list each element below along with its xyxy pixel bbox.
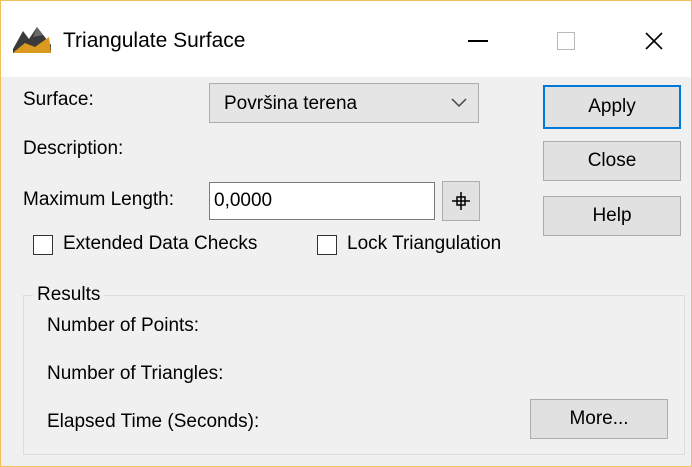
description-label: Description: <box>23 138 124 159</box>
results-legend: Results <box>33 284 105 306</box>
elapsed-time-label: Elapsed Time (Seconds): <box>47 411 260 432</box>
close-button[interactable]: Close <box>543 141 681 181</box>
maximize-icon <box>557 32 575 50</box>
extended-data-checks-checkbox[interactable] <box>33 235 53 255</box>
minimize-icon <box>468 40 488 42</box>
lock-triangulation-checkbox[interactable] <box>317 235 337 255</box>
close-window-button[interactable] <box>623 11 685 71</box>
lock-triangulation-label[interactable]: Lock Triangulation <box>347 233 501 255</box>
surface-selected-value: Površina terena <box>224 93 358 114</box>
more-button[interactable]: More... <box>530 399 668 439</box>
surface-dropdown[interactable]: Površina terena <box>209 83 479 123</box>
surface-label: Surface: <box>23 89 94 110</box>
number-of-points-label: Number of Points: <box>47 315 200 336</box>
help-button[interactable]: Help <box>543 196 681 236</box>
maximize-button[interactable] <box>535 11 597 71</box>
title-bar[interactable]: Triangulate Surface <box>1 1 691 77</box>
extended-data-checks-label[interactable]: Extended Data Checks <box>63 233 257 255</box>
number-of-triangles-label: Number of Triangles: <box>47 363 224 384</box>
close-icon <box>645 32 663 50</box>
maximum-length-input[interactable] <box>209 182 435 220</box>
minimize-button[interactable] <box>447 11 509 71</box>
pick-length-button[interactable] <box>442 181 480 221</box>
maximum-length-label: Maximum Length: <box>23 189 175 210</box>
triangulate-surface-dialog: Triangulate Surface Surface: Površina te… <box>0 0 692 467</box>
window-title: Triangulate Surface <box>63 29 246 52</box>
terrain-surface-icon <box>13 23 51 53</box>
crosshair-icon <box>452 192 470 210</box>
chevron-down-icon <box>451 98 467 108</box>
apply-button[interactable]: Apply <box>543 85 681 129</box>
